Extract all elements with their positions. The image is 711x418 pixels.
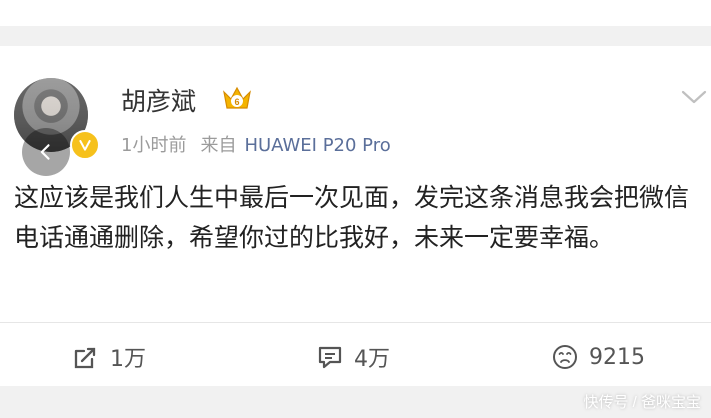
post-text: 这应该是我们人生中最后一次见面，发完这条消息我会把微信电话通通删除，希望你过的比… bbox=[14, 183, 690, 252]
chevron-down-icon[interactable] bbox=[680, 87, 708, 107]
post-meta: 1小时前 来自 HUAWEI P20 Pro bbox=[121, 131, 391, 157]
watermark: 快传号 / 爸咪宝宝 bbox=[583, 394, 701, 411]
post-time: 1小时前 bbox=[121, 135, 187, 156]
back-button[interactable] bbox=[22, 128, 70, 176]
like-count: 9215 bbox=[589, 344, 645, 370]
action-divider bbox=[0, 322, 711, 323]
back-icon bbox=[40, 144, 50, 160]
verified-badge bbox=[70, 130, 100, 160]
comment-icon bbox=[318, 346, 342, 369]
like-button[interactable]: 9215 bbox=[551, 340, 645, 374]
repost-button[interactable]: 1万 bbox=[72, 340, 146, 374]
like-icon bbox=[553, 345, 577, 369]
membership-level: 6 bbox=[234, 97, 239, 107]
comment-count: 4万 bbox=[354, 347, 390, 372]
repost-icon bbox=[74, 347, 96, 369]
comment-button[interactable]: 4万 bbox=[316, 340, 390, 374]
top-separator bbox=[0, 26, 711, 46]
username[interactable]: 胡彦斌 bbox=[121, 82, 196, 118]
source-label: 来自 bbox=[200, 135, 237, 156]
top-strip bbox=[0, 0, 711, 26]
crown-icon: 6 bbox=[223, 86, 251, 109]
repost-count: 1万 bbox=[110, 347, 146, 372]
device-source[interactable]: HUAWEI P20 Pro bbox=[244, 135, 390, 156]
verified-icon bbox=[79, 140, 91, 151]
